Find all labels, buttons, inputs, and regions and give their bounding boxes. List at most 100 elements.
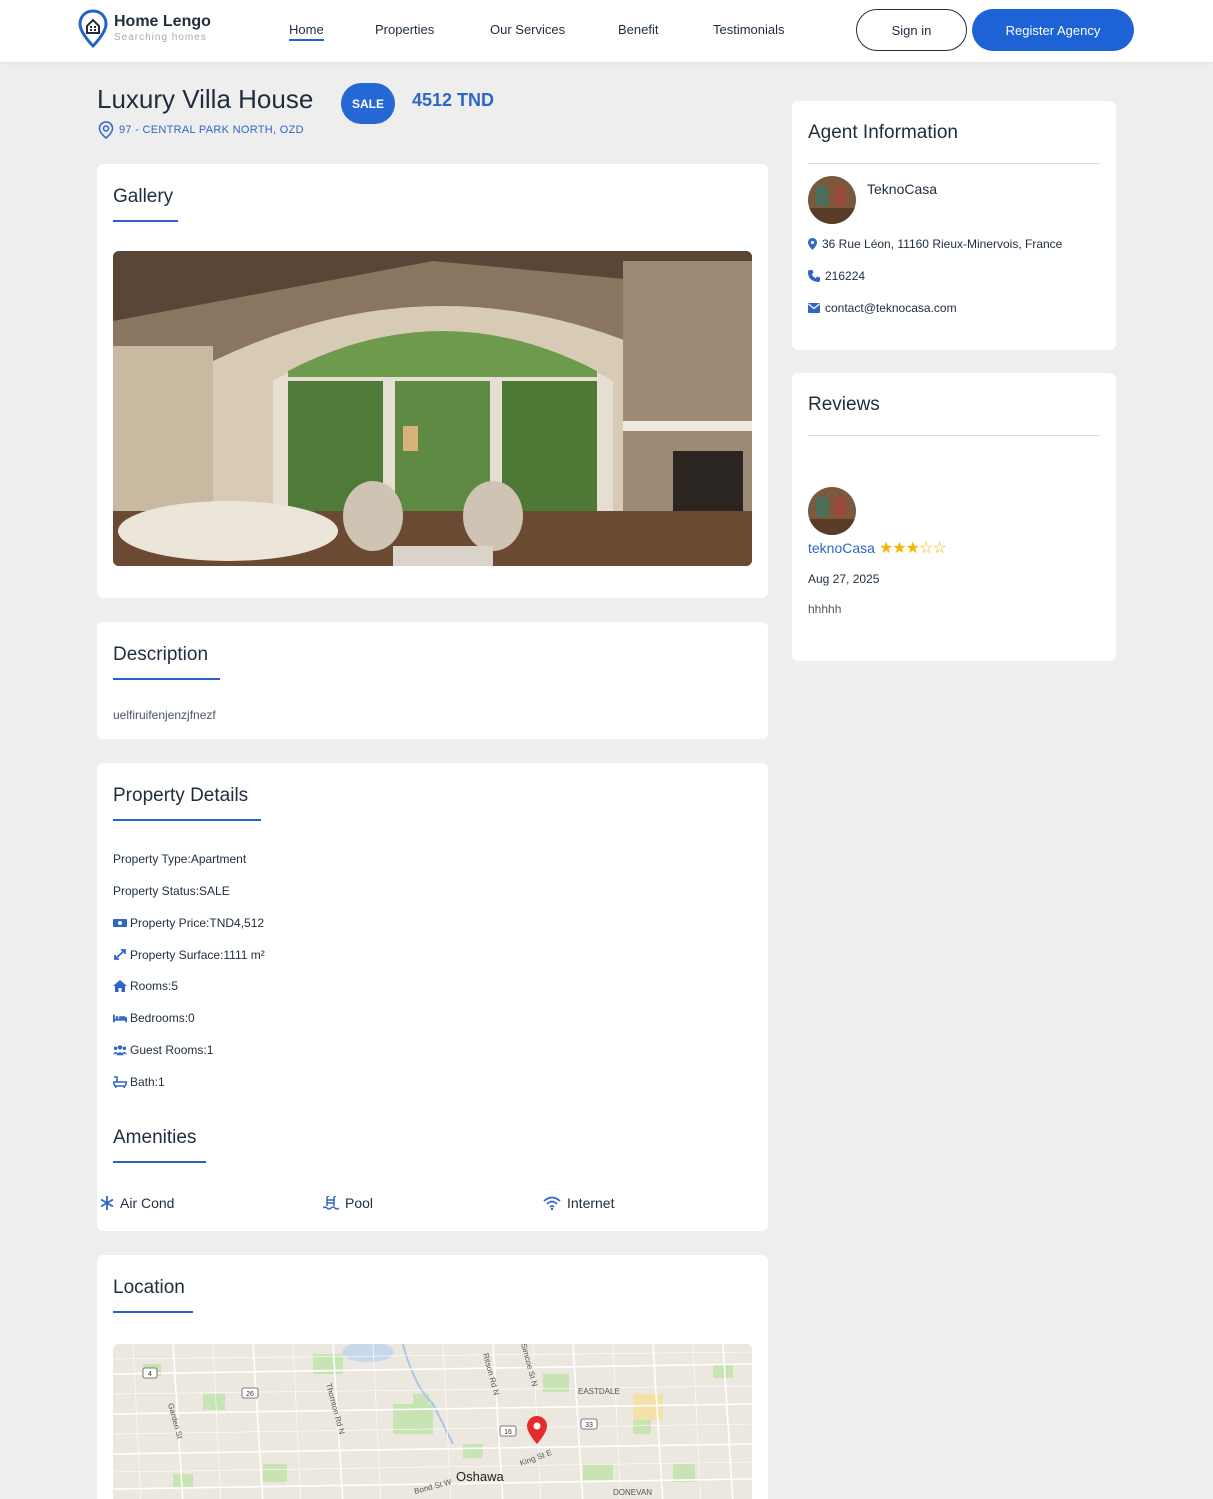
register-agency-button[interactable]: Register Agency [972, 9, 1134, 51]
agent-info-card: Agent Information TeknoCasa 36 Rue Léon,… [792, 101, 1116, 350]
location-card: Location 4 26 16 33 EASTDALE DONEVAN Gar… [97, 1255, 768, 1499]
title-underline [113, 220, 178, 222]
map-city-label: Oshawa [456, 1469, 504, 1484]
detail-value: TND4,512 [209, 916, 265, 930]
sign-in-button[interactable]: Sign in [856, 9, 967, 51]
detail-rooms: Rooms: 5 [113, 979, 178, 993]
agent-address: 36 Rue Léon, 11160 Rieux-Minervois, Fran… [822, 237, 1063, 251]
detail-label: Bath: [130, 1075, 159, 1089]
title-underline [113, 1161, 206, 1163]
amenity-pool: Pool [323, 1195, 373, 1211]
detail-guest-rooms: Guest Rooms: 1 [113, 1043, 213, 1057]
money-icon [113, 919, 127, 927]
brand-tagline: Searching homes [114, 32, 207, 43]
property-details-card: Property Details Property Type: Apartmen… [97, 763, 768, 1231]
detail-bedrooms: Bedrooms: 0 [113, 1011, 195, 1025]
title-underline [113, 678, 220, 680]
living-room-image [113, 251, 752, 566]
agent-email[interactable]: contact@teknocasa.com [825, 301, 957, 315]
agent-name: TeknoCasa [867, 181, 938, 197]
divider [808, 435, 1100, 436]
detail-value: Apartment [190, 852, 247, 866]
home-pin-logo-icon [78, 9, 108, 49]
star-filled-icon: ★ [892, 540, 906, 557]
map-label: EASTDALE [578, 1387, 620, 1396]
avatar-image [808, 176, 856, 224]
detail-property-surface: Property Surface: 1111 m² [113, 948, 265, 962]
agent-info-title: Agent Information [808, 122, 958, 143]
nav-home[interactable]: Home [289, 22, 324, 41]
status-badge: SALE [341, 83, 395, 124]
map-label: 26 [246, 1391, 254, 1398]
property-details-title: Property Details [113, 785, 249, 806]
amenity-air-cond: Air Cond [100, 1195, 174, 1211]
amenity-internet: Internet [543, 1195, 614, 1211]
phone-icon [808, 270, 820, 282]
star-filled-icon: ★ [905, 540, 920, 557]
star-empty-icon: ☆ [918, 540, 933, 557]
divider [808, 163, 1100, 164]
gallery-title: Gallery [113, 186, 174, 207]
detail-label: Property Status: [113, 884, 200, 898]
review-item: teknoCasa ★★★☆☆ [808, 538, 947, 558]
agent-phone[interactable]: 216224 [825, 269, 865, 283]
home-icon [113, 980, 127, 992]
detail-label: Property Type: [113, 852, 191, 866]
reviews-card: Reviews teknoCasa ★★★☆☆ Aug 27, 2025 hhh… [792, 373, 1116, 661]
detail-value: 1 [158, 1075, 165, 1089]
expand-icon [114, 949, 126, 960]
location-map[interactable]: 4 26 16 33 EASTDALE DONEVAN Garden St Th… [113, 1344, 752, 1499]
nav-testimonials[interactable]: Testimonials [713, 22, 785, 37]
detail-value: 0 [188, 1011, 195, 1025]
nav-our-services[interactable]: Our Services [490, 22, 565, 37]
avatar-image [808, 487, 856, 535]
detail-label: Rooms: [130, 979, 172, 993]
agent-email-row: contact@teknocasa.com [808, 301, 957, 315]
bed-icon [113, 1014, 127, 1023]
detail-label: Guest Rooms: [130, 1043, 207, 1057]
reviewer-name[interactable]: teknoCasa [808, 540, 875, 556]
detail-label: Property Price: [130, 916, 210, 930]
property-photo[interactable] [113, 251, 752, 566]
star-rating: ★★★☆☆ [879, 538, 947, 558]
property-address: 97 - CENTRAL PARK NORTH, OZD [98, 121, 304, 139]
detail-bath: Bath: 1 [113, 1075, 165, 1089]
amenities-title: Amenities [113, 1127, 197, 1148]
reviewer-avatar [808, 487, 856, 535]
title-underline [113, 1311, 193, 1313]
review-text: hhhhh [808, 602, 842, 616]
detail-property-status: Property Status: SALE [113, 884, 230, 898]
description-text: uelfiruifenjenzjfnezf [113, 708, 216, 722]
brand-logo[interactable]: Home Lengo Searching homes [78, 9, 211, 49]
map-label: 33 [585, 1422, 593, 1429]
description-title: Description [113, 644, 209, 665]
property-title: Luxury Villa House [97, 84, 314, 114]
detail-property-price: Property Price: TND4,512 [113, 916, 264, 930]
users-icon [113, 1045, 127, 1056]
map-label: 4 [148, 1371, 152, 1378]
detail-value: 1111 m² [223, 948, 265, 962]
brand-name: Home Lengo [114, 13, 211, 30]
pool-icon [323, 1196, 339, 1210]
amenity-label: Internet [567, 1195, 615, 1211]
envelope-icon [808, 303, 820, 313]
map-pin-icon [98, 121, 114, 139]
map-label: 16 [504, 1429, 512, 1436]
agent-phone-row: 216224 [808, 269, 865, 283]
bath-icon [113, 1076, 127, 1088]
detail-value: 1 [206, 1043, 214, 1057]
top-navbar: Home Lengo Searching homes Home Properti… [0, 0, 1213, 62]
location-pin-icon [808, 238, 817, 250]
detail-value: SALE [199, 884, 230, 898]
agent-avatar [808, 176, 856, 224]
amenity-label: Pool [345, 1195, 374, 1211]
nav-benefit[interactable]: Benefit [618, 22, 658, 37]
star-empty-icon: ☆ [932, 540, 946, 557]
reviews-title: Reviews [808, 394, 880, 415]
wifi-icon [543, 1196, 561, 1210]
snowflake-icon [100, 1196, 114, 1210]
detail-property-type: Property Type: Apartment [113, 852, 246, 866]
nav-properties[interactable]: Properties [375, 22, 434, 37]
agent-address-row: 36 Rue Léon, 11160 Rieux-Minervois, Fran… [808, 237, 1062, 251]
property-price: 4512 TND [412, 90, 495, 110]
